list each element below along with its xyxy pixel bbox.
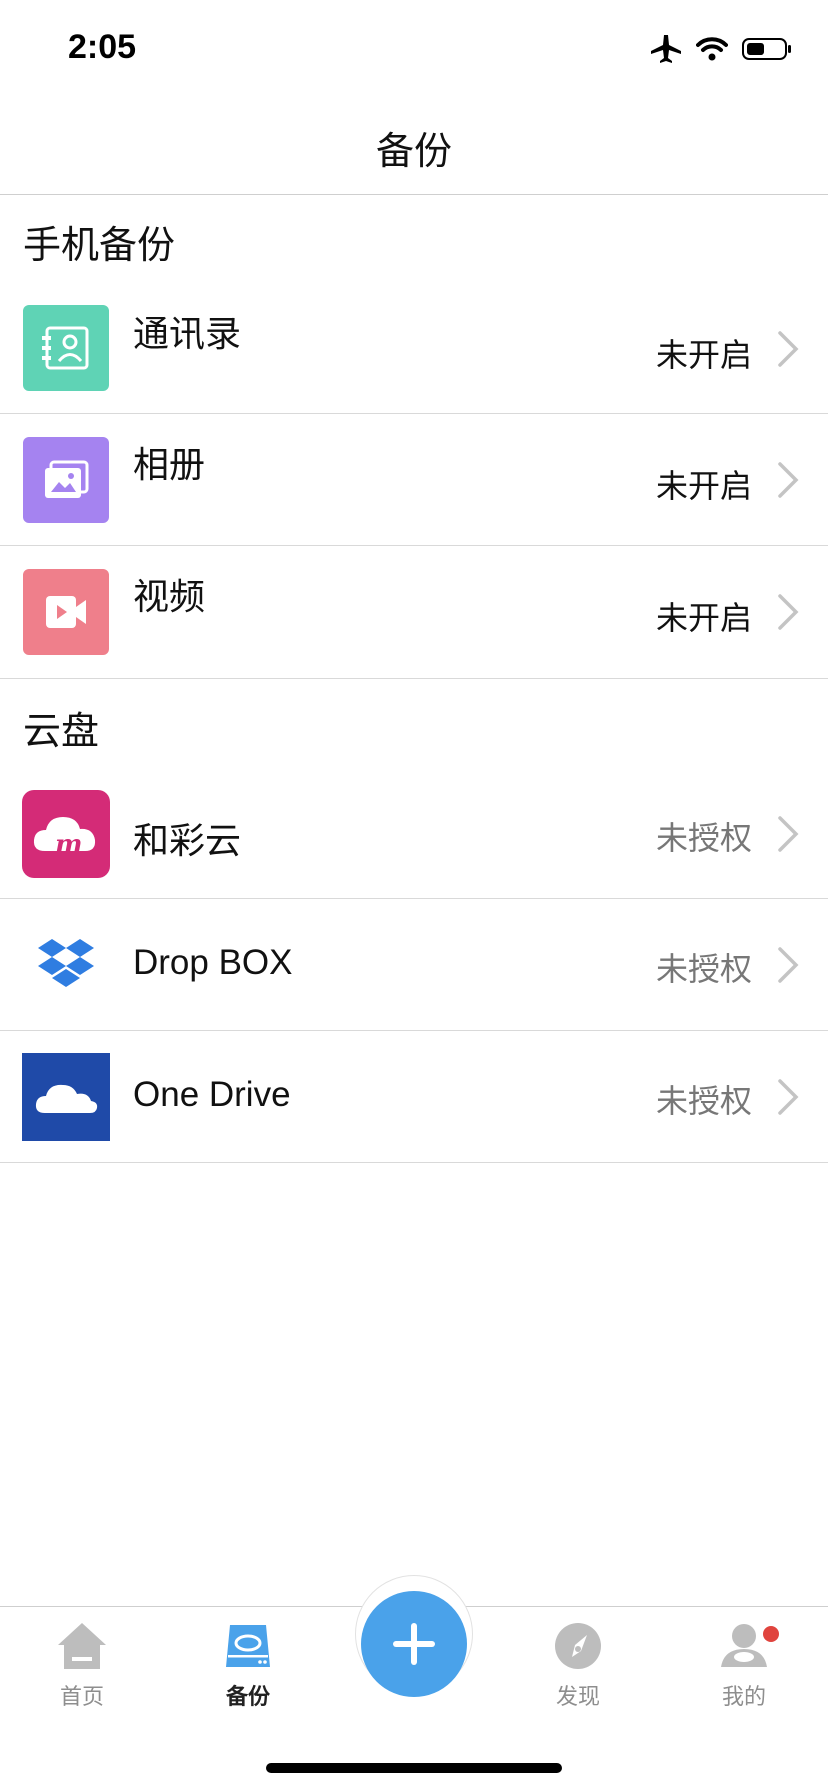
backup-drive-icon	[226, 1625, 270, 1667]
video-icon	[23, 569, 109, 655]
notification-dot	[763, 1626, 779, 1642]
row-label: Drop BOX	[133, 943, 293, 982]
airplane-mode-icon	[651, 35, 681, 63]
row-contacts[interactable]: 通讯录 未开启	[0, 283, 828, 414]
svg-text:m: m	[55, 830, 83, 859]
row-label: 通讯录	[133, 314, 242, 355]
chevron-right-icon	[778, 1079, 799, 1115]
hecaiyun-logo-icon: m	[22, 790, 110, 878]
tab-label: 我的	[721, 1685, 766, 1710]
battery-icon	[742, 38, 791, 60]
status-text: 未授权	[655, 1082, 752, 1120]
row-photo-album[interactable]: 相册 未开启	[0, 414, 828, 546]
chevron-right-icon	[778, 816, 799, 852]
row-label: 相册	[133, 445, 206, 486]
home-icon	[58, 1623, 106, 1669]
onedrive-logo-icon	[22, 1053, 110, 1141]
profile-icon	[721, 1624, 767, 1667]
tab-label: 首页	[59, 1685, 104, 1710]
tab-label: 备份	[225, 1685, 270, 1710]
row-label: 视频	[133, 577, 206, 618]
wifi-icon	[696, 37, 728, 61]
page-title: 备份	[375, 128, 452, 173]
home-indicator[interactable]	[266, 1763, 562, 1773]
navigation-bar: 备份	[0, 100, 828, 195]
add-button[interactable]	[361, 1591, 467, 1697]
status-icons	[650, 34, 792, 64]
row-dropbox[interactable]: Drop BOX 未授权	[0, 899, 828, 1031]
row-label: One Drive	[133, 1075, 291, 1114]
status-text: 未授权	[655, 819, 752, 857]
plus-icon	[393, 1623, 435, 1665]
status-text: 未开启	[655, 599, 752, 637]
tab-discover[interactable]: 发现	[518, 1621, 638, 1711]
tab-backup[interactable]: 备份	[188, 1621, 308, 1711]
status-time: 2:05	[68, 28, 137, 66]
section-header-phone-backup: 手机备份	[23, 223, 176, 267]
status-text: 未开启	[655, 467, 752, 505]
status-text: 未开启	[655, 336, 752, 374]
chevron-right-icon	[778, 331, 799, 367]
contacts-icon	[23, 305, 109, 391]
tab-home[interactable]: 首页	[22, 1621, 142, 1711]
chevron-right-icon	[778, 947, 799, 983]
tab-profile[interactable]: 我的	[684, 1621, 804, 1711]
row-hecaiyun[interactable]: m 和彩云 未授权	[0, 768, 828, 899]
chevron-right-icon	[778, 462, 799, 498]
compass-icon	[555, 1623, 601, 1669]
chevron-right-icon	[778, 594, 799, 630]
row-video[interactable]: 视频 未开启	[0, 546, 828, 679]
photo-album-icon	[23, 437, 109, 523]
status-text: 未授权	[655, 950, 752, 988]
status-bar: 2:05	[0, 0, 828, 100]
row-label: 和彩云	[133, 821, 242, 862]
dropbox-logo-icon	[22, 921, 110, 1009]
row-onedrive[interactable]: One Drive 未授权	[0, 1031, 828, 1163]
tab-label: 发现	[555, 1685, 600, 1710]
section-header-cloud-disk: 云盘	[23, 709, 100, 753]
